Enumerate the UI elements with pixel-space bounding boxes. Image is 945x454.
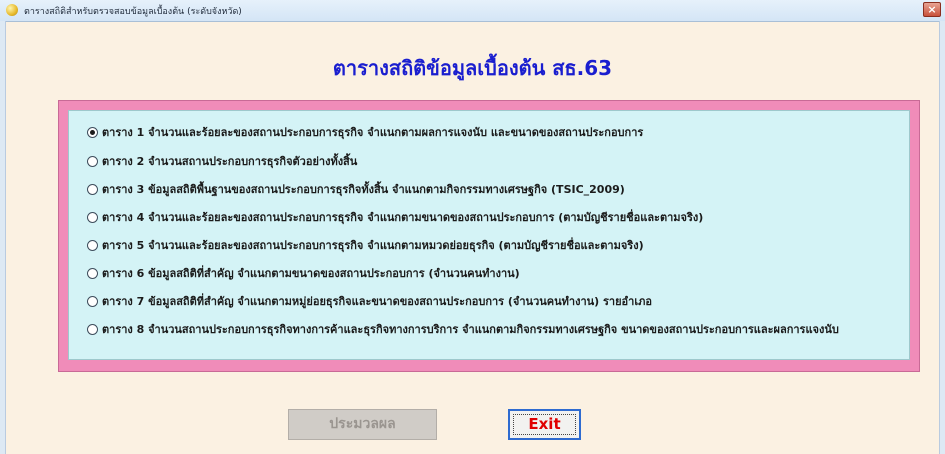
table-option-label: ตาราง 4 จำนวนและร้อยละของสถานประกอบการธุ…: [102, 211, 704, 224]
table-option-6[interactable]: ตาราง 6 ข้อมูลสถิติที่สำคัญ จำแนกตามขนาด…: [87, 264, 520, 282]
table-option-label: ตาราง 3 ข้อมูลสถิติพื้นฐานของสถานประกอบก…: [102, 183, 625, 196]
app-icon: [6, 4, 18, 16]
page-title: ตารางสถิติข้อมูลเบื้องต้น สธ.63: [332, 56, 613, 80]
table-option-label: ตาราง 5 จำนวนและร้อยละของสถานประกอบการธุ…: [102, 239, 644, 252]
window-frame-right: [939, 21, 945, 454]
radio-button[interactable]: [87, 239, 98, 251]
process-button[interactable]: ประมวลผล: [288, 409, 437, 440]
table-option-label: ตาราง 7 ข้อมูลสถิติที่สำคัญ จำแนกตามหมู่…: [102, 295, 652, 308]
table-option-8[interactable]: ตาราง 8 จำนวนสถานประกอบการธุรกิจทางการค้…: [87, 320, 839, 338]
table-option-label: ตาราง 1 จำนวนและร้อยละของสถานประกอบการธุ…: [102, 126, 644, 139]
table-option-5[interactable]: ตาราง 5 จำนวนและร้อยละของสถานประกอบการธุ…: [87, 236, 644, 254]
radio-button[interactable]: [87, 267, 98, 279]
table-option-7[interactable]: ตาราง 7 ข้อมูลสถิติที่สำคัญ จำแนกตามหมู่…: [87, 292, 652, 310]
window-title: ตารางสถิติสำหรับตรวจสอบข้อมูลเบื้องต้น (…: [24, 7, 242, 17]
table-option-2[interactable]: ตาราง 2 จำนวนสถานประกอบการธุรกิจตัวอย่าง…: [87, 152, 357, 170]
exit-button[interactable]: Exit: [508, 409, 581, 440]
table-option-3[interactable]: ตาราง 3 ข้อมูลสถิติพื้นฐานของสถานประกอบก…: [87, 180, 625, 198]
table-option-label: ตาราง 2 จำนวนสถานประกอบการธุรกิจตัวอย่าง…: [102, 155, 358, 168]
close-button[interactable]: ×: [923, 2, 941, 17]
title-bar: ตารางสถิติสำหรับตรวจสอบข้อมูลเบื้องต้น (…: [0, 0, 945, 22]
radio-button[interactable]: [87, 295, 98, 307]
radio-button[interactable]: [87, 183, 98, 195]
table-option-label: ตาราง 6 ข้อมูลสถิติที่สำคัญ จำแนกตามขนาด…: [102, 267, 520, 280]
radio-button[interactable]: [87, 211, 98, 223]
radio-button[interactable]: [87, 155, 98, 167]
table-option-1[interactable]: ตาราง 1 จำนวนและร้อยละของสถานประกอบการธุ…: [87, 123, 643, 141]
table-option-4[interactable]: ตาราง 4 จำนวนและร้อยละของสถานประกอบการธุ…: [87, 208, 703, 226]
radio-button[interactable]: [87, 323, 98, 335]
window-frame-left: [0, 21, 6, 454]
table-option-label: ตาราง 8 จำนวนสถานประกอบการธุรกิจทางการค้…: [102, 323, 839, 336]
radio-button[interactable]: [87, 126, 98, 138]
